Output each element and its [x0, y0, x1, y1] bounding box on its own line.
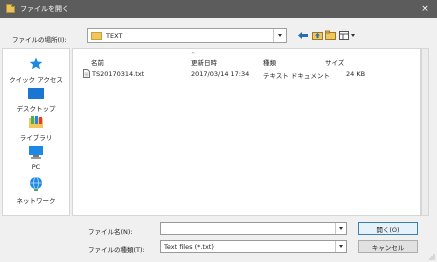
places-sidebar: クイック アクセス デスクトップ ライブラリ PC ネットワーク: [2, 48, 70, 216]
view-menu-button[interactable]: [338, 28, 356, 42]
open-button[interactable]: 開く(O): [358, 222, 418, 235]
sidebar-item-desktop[interactable]: デスクトップ: [3, 88, 69, 113]
file-modified: 2017/03/14 17:34: [191, 70, 250, 78]
filetype-select[interactable]: Text files (*.txt): [160, 240, 347, 253]
library-icon: [29, 116, 43, 128]
back-button[interactable]: [296, 28, 310, 42]
location-label: ファイルの場所(I):: [12, 36, 67, 44]
filetype-value: Text files (*.txt): [164, 243, 214, 251]
sidebar-item-pc[interactable]: PC: [3, 146, 69, 171]
folder-icon: [6, 3, 15, 13]
sidebar-item-library[interactable]: ライブラリ: [3, 116, 69, 142]
chevron-down-icon[interactable]: [335, 223, 346, 234]
sidebar-item-label: クイック アクセス: [9, 76, 63, 84]
up-folder-button[interactable]: [311, 28, 323, 42]
cancel-button[interactable]: キャンセル: [358, 240, 418, 253]
vertical-scrollbar[interactable]: [421, 48, 429, 216]
sidebar-item-quick-access[interactable]: クイック アクセス: [3, 57, 69, 84]
location-dropdown[interactable]: TEXT: [87, 28, 287, 43]
chevron-down-icon[interactable]: [335, 241, 346, 252]
column-header-name[interactable]: 名前: [91, 57, 104, 67]
view-grid-icon: [339, 30, 349, 40]
chevron-down-icon[interactable]: [273, 29, 286, 42]
new-folder-icon: [324, 30, 336, 40]
filetype-label: ファイルの種類(T):: [88, 246, 145, 254]
chevron-down-icon: [351, 33, 355, 37]
filename-input[interactable]: [160, 222, 347, 235]
sidebar-item-label: デスクトップ: [16, 105, 56, 113]
new-folder-button[interactable]: [324, 28, 336, 42]
column-header-modified[interactable]: 更新日時: [191, 57, 217, 67]
window-title: ファイルを開く: [20, 5, 69, 13]
sidebar-item-label: ネットワーク: [16, 197, 56, 205]
column-header-size[interactable]: サイズ: [325, 57, 344, 67]
location-value: TEXT: [106, 32, 123, 40]
up-folder-icon: [311, 32, 323, 40]
file-type: テキスト ドキュメント: [263, 72, 330, 80]
back-arrow-icon: [298, 31, 308, 39]
sidebar-item-network[interactable]: ネットワーク: [3, 176, 69, 205]
sidebar-item-label: ライブラリ: [19, 134, 53, 142]
title-bar[interactable]: ファイルを開く ×: [0, 0, 437, 18]
text-file-icon: [83, 69, 90, 78]
star-icon: [29, 57, 43, 70]
desktop-icon: [28, 88, 44, 99]
file-list[interactable]: ^ 名前 更新日時 種類 サイズ TS20170314.txt 2017/03/…: [72, 48, 421, 216]
file-size: 24 KB: [346, 70, 366, 78]
sidebar-item-label: PC: [31, 163, 41, 171]
resize-grip-icon[interactable]: [429, 254, 435, 260]
close-button[interactable]: ×: [419, 3, 431, 15]
file-name: TS20170314.txt: [92, 70, 145, 78]
column-header-type[interactable]: 種類: [263, 57, 276, 67]
filename-label: ファイル名(N):: [88, 228, 133, 236]
pc-icon: [29, 146, 43, 159]
folder-icon: [91, 32, 102, 40]
network-icon: [30, 176, 42, 191]
open-file-dialog: ファイルを開く × ファイルの場所(I): TEXT クイック アクセス デスク…: [0, 0, 437, 262]
file-row[interactable]: TS20170314.txt 2017/03/14 17:34 テキスト ドキュ…: [73, 68, 420, 80]
